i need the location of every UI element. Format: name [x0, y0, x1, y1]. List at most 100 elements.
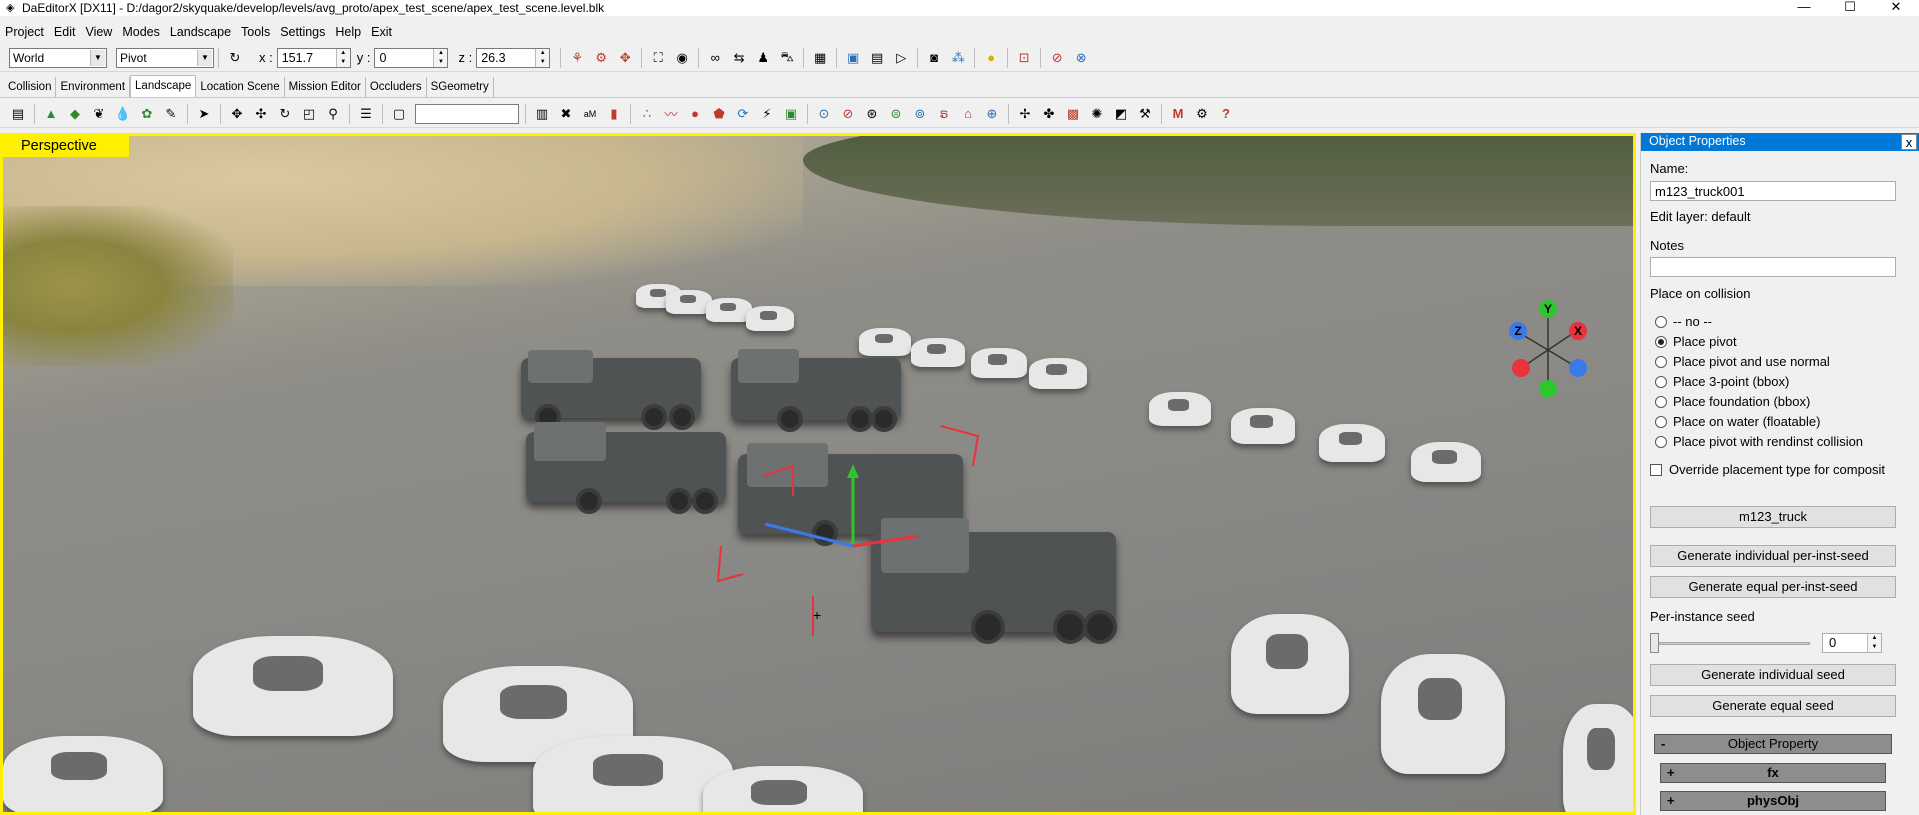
document-icon[interactable]: ▢	[389, 104, 409, 124]
tab-mission-editor[interactable]: Mission Editor	[284, 77, 366, 97]
car[interactable]	[1381, 654, 1505, 774]
plant-icon[interactable]: ✿	[137, 104, 157, 124]
generate-individual-seed-button[interactable]: Generate individual seed	[1650, 664, 1896, 686]
render-settings-icon[interactable]: ⁂	[948, 48, 968, 68]
spin-arrows-icon[interactable]: ▲ ▼	[1867, 634, 1881, 652]
radio-button-selected[interactable]	[1655, 335, 1667, 348]
generate-individual-per-inst-seed-button[interactable]: Generate individual per-inst-seed	[1650, 545, 1896, 567]
no-entities-icon[interactable]: ⊗	[1071, 48, 1091, 68]
car[interactable]	[911, 338, 965, 367]
play-icon[interactable]: ▷	[891, 48, 911, 68]
name-input[interactable]	[1650, 181, 1896, 201]
maximize-button[interactable]: ☐	[1827, 0, 1873, 16]
car[interactable]	[3, 736, 163, 812]
tab-collision[interactable]: Collision	[4, 77, 57, 97]
smooth-terrain-icon[interactable]: ◆	[65, 104, 85, 124]
car[interactable]	[1411, 442, 1481, 482]
radio-place-on-water[interactable]: Place on water (floatable)	[1655, 414, 1820, 429]
brush-icon[interactable]: ✎	[161, 104, 181, 124]
pivot-mode-select[interactable]: Pivot ▼	[116, 47, 214, 68]
menu-settings[interactable]: Settings	[275, 25, 330, 39]
object-filter-input[interactable]	[415, 103, 519, 124]
tab-sgeometry[interactable]: SGeometry	[426, 77, 494, 97]
spin-arrows-icon[interactable]: ▲ ▼	[433, 48, 448, 67]
viewport-3d[interactable]: Perspective + Y X Z	[0, 133, 1636, 815]
car[interactable]	[971, 348, 1027, 378]
radio-button[interactable]	[1655, 375, 1667, 388]
truck[interactable]	[526, 422, 726, 514]
snap-grid-icon[interactable]: ⚙	[591, 48, 611, 68]
coord-system-select[interactable]: World ▼	[9, 47, 107, 68]
radio-button[interactable]	[1655, 435, 1667, 448]
snap-angle-icon[interactable]: ✥	[615, 48, 635, 68]
box-icon[interactable]: ▩	[1063, 104, 1083, 124]
gizmo-y-arrow-icon[interactable]	[847, 464, 859, 478]
radio-button[interactable]	[1655, 415, 1667, 428]
camera-mode-icon[interactable]: ⇆	[729, 48, 749, 68]
snap-icon[interactable]: ⚘	[567, 48, 587, 68]
rotate-icon[interactable]: ↻	[275, 104, 295, 124]
move-surface-icon[interactable]: ✣	[251, 104, 271, 124]
scale-icon[interactable]: ◰	[299, 104, 319, 124]
palette-icon[interactable]: ▮	[604, 104, 624, 124]
hammer-icon[interactable]: ⚒	[1135, 104, 1155, 124]
swirl-icon[interactable]: ຣ	[934, 104, 954, 124]
truck[interactable]	[521, 349, 701, 430]
point-icon[interactable]: ∴	[637, 104, 657, 124]
frame-icon[interactable]: ⊡	[1014, 48, 1034, 68]
slider-thumb[interactable]	[1650, 633, 1659, 653]
radio-no[interactable]: -- no --	[1655, 314, 1712, 329]
no-target-icon[interactable]: ⊘	[838, 104, 858, 124]
tab-occluders[interactable]: Occluders	[365, 77, 427, 97]
refresh-spline-icon[interactable]: ⟳	[733, 104, 753, 124]
menu-view[interactable]: View	[80, 25, 117, 39]
house-icon[interactable]: ⌂	[958, 104, 978, 124]
select-arrow-icon[interactable]: ➤	[194, 104, 214, 124]
gizmo-z-axis[interactable]	[764, 522, 854, 548]
per-instance-seed-slider[interactable]	[1650, 633, 1810, 653]
checkbox[interactable]	[1650, 463, 1662, 476]
minimize-button[interactable]: —	[1781, 0, 1827, 16]
spin-arrows-icon[interactable]: ▲ ▼	[335, 48, 350, 67]
menu-modes[interactable]: Modes	[117, 25, 165, 39]
expand-icon[interactable]: +	[1667, 792, 1675, 810]
menu-tools[interactable]: Tools	[236, 25, 275, 39]
radio-place-3point[interactable]: Place 3-point (bbox)	[1655, 374, 1789, 389]
zoom-extents-icon[interactable]: ⛶	[648, 48, 668, 68]
grid-icon[interactable]: ▦	[810, 48, 830, 68]
properties-icon[interactable]: ▤	[8, 104, 28, 124]
target-icon[interactable]: ⊙	[814, 104, 834, 124]
circle-link-icon[interactable]: ⊚	[910, 104, 930, 124]
z-coordinate-field[interactable]: 26.3 ▲ ▼	[476, 47, 551, 68]
landscape-icon[interactable]: ◩	[1111, 104, 1131, 124]
group-fx[interactable]: + fx	[1660, 763, 1886, 783]
radio-place-foundation[interactable]: Place foundation (bbox)	[1655, 394, 1810, 409]
y-coordinate-field[interactable]: 0 ▲ ▼	[374, 47, 449, 68]
rotate-icon[interactable]: ↻	[225, 48, 245, 68]
car[interactable]	[746, 306, 794, 331]
gear-icon[interactable]: ⚙	[1192, 104, 1212, 124]
generate-equal-per-inst-seed-button[interactable]: Generate equal per-inst-seed	[1650, 576, 1896, 598]
collapse-icon[interactable]: -	[1661, 735, 1665, 753]
screenshot-icon[interactable]: ◙	[924, 48, 944, 68]
override-placement-checkbox[interactable]: Override placement type for composit	[1650, 462, 1912, 477]
car[interactable]	[1563, 704, 1633, 812]
circle-cross-icon[interactable]: ⊛	[862, 104, 882, 124]
car[interactable]	[859, 328, 911, 356]
menu-edit[interactable]: Edit	[49, 25, 81, 39]
console-icon[interactable]: ▤	[867, 48, 887, 68]
place-icon[interactable]: ⚲	[323, 104, 343, 124]
circle-refresh-icon[interactable]: ⊜	[886, 104, 906, 124]
spline-icon[interactable]: 〰	[661, 104, 681, 124]
text-tool-icon[interactable]: aM	[580, 104, 600, 124]
car[interactable]	[1231, 408, 1295, 444]
radio-button[interactable]	[1655, 315, 1667, 328]
polygon-icon[interactable]: ⬟	[709, 104, 729, 124]
radio-button[interactable]	[1655, 395, 1667, 408]
tab-location-scene[interactable]: Location Scene	[196, 77, 285, 97]
tab-landscape[interactable]: Landscape	[130, 75, 197, 97]
globe-icon[interactable]: ⊕	[982, 104, 1002, 124]
gizmo-x-axis[interactable]	[852, 534, 919, 548]
move-icon[interactable]: ✥	[227, 104, 247, 124]
asset-button[interactable]: m123_truck	[1650, 506, 1896, 528]
